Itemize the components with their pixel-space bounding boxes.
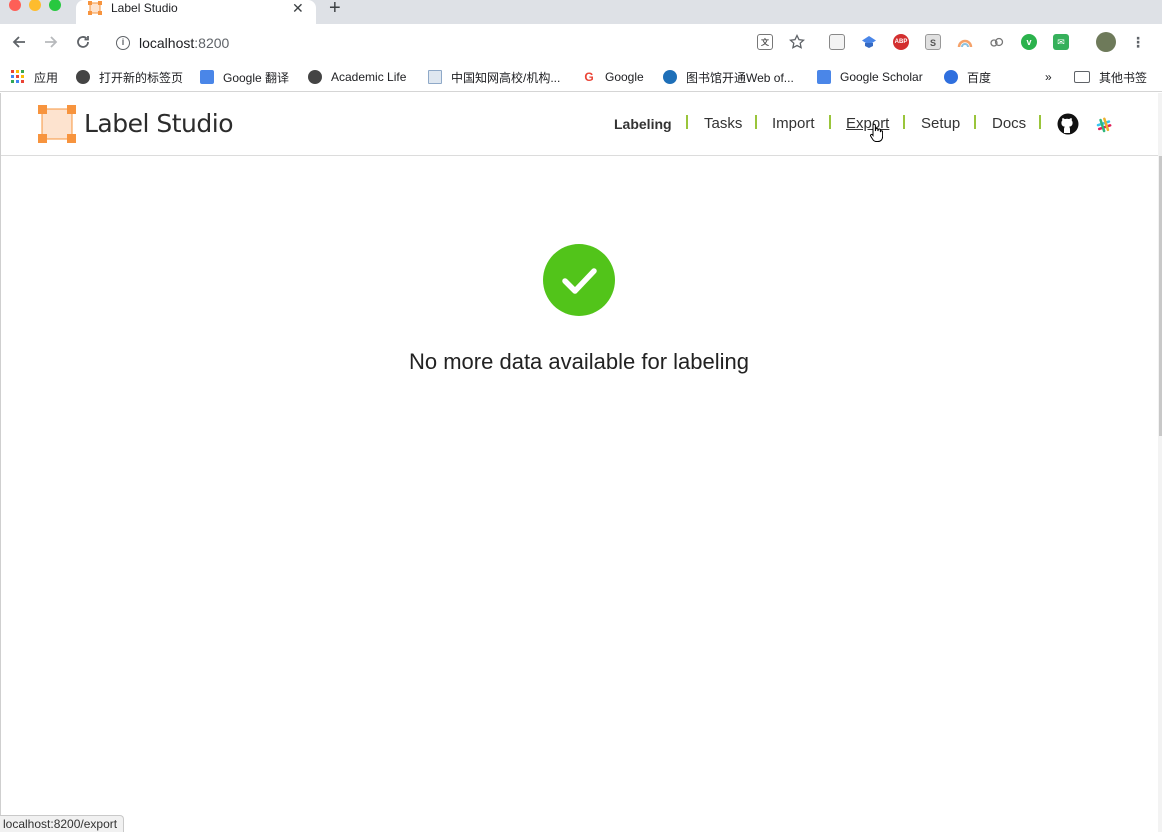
- forward-arrow-icon[interactable]: [42, 33, 60, 51]
- slack-icon[interactable]: [1095, 116, 1113, 134]
- baidu-paw-icon: [944, 70, 958, 84]
- browser-tab-strip: Label Studio ✕ +: [0, 0, 1162, 24]
- app-logo-text[interactable]: Label Studio: [84, 107, 234, 141]
- globe-icon: [308, 70, 322, 84]
- bookmark-item[interactable]: 百度: [944, 68, 991, 86]
- bookmark-label: 中国知网高校/机构...: [451, 70, 561, 85]
- translate-icon[interactable]: 文: [757, 34, 773, 50]
- star-icon[interactable]: [789, 34, 805, 50]
- bookmark-label: 应用: [34, 70, 59, 85]
- bookmark-label: 图书馆开通Web of...: [686, 70, 794, 85]
- bookmarks-bar: 应用 打开新的标签页 Google 翻译 Academic Life 中国知网高…: [0, 62, 1162, 92]
- bookmark-item[interactable]: 打开新的标签页: [76, 68, 183, 86]
- google-icon: G: [582, 70, 596, 84]
- tab-title: Label Studio: [111, 1, 178, 15]
- globe-icon: [76, 70, 90, 84]
- nav-separator: [829, 115, 831, 129]
- site-info-icon[interactable]: i: [116, 36, 130, 50]
- nav-import[interactable]: Import: [772, 115, 815, 133]
- address-bar[interactable]: i localhost:8200: [104, 29, 744, 57]
- page-icon[interactable]: [829, 34, 845, 50]
- scholar-cap-icon[interactable]: [861, 34, 877, 50]
- google-translate-icon: [200, 70, 214, 84]
- minimize-window-button[interactable]: [29, 0, 41, 11]
- bookmark-label: Google: [605, 70, 644, 84]
- nav-setup[interactable]: Setup: [921, 115, 960, 133]
- label-studio-logo-icon[interactable]: [38, 105, 76, 143]
- chat-icon[interactable]: ✉: [1053, 34, 1069, 50]
- bookmark-item[interactable]: Google Scholar: [817, 68, 923, 86]
- document-icon: [428, 70, 442, 84]
- bookmark-label: Google Scholar: [840, 70, 923, 84]
- scholar-cap-icon: [817, 70, 831, 84]
- bookmark-label: 百度: [967, 70, 992, 85]
- new-tab-button[interactable]: +: [329, 0, 341, 18]
- app-header: Label Studio Labeling Tasks Import Expor…: [0, 93, 1162, 156]
- rainbow-icon[interactable]: [957, 34, 973, 50]
- window-controls: [9, 0, 61, 12]
- nav-separator: [686, 115, 688, 129]
- bookmark-label: 打开新的标签页: [99, 70, 184, 85]
- close-window-button[interactable]: [9, 0, 21, 11]
- nav-docs[interactable]: Docs: [992, 115, 1026, 133]
- bookmark-item[interactable]: Google 翻译: [200, 68, 289, 86]
- hand-cursor-icon: [870, 123, 883, 142]
- window-left-border: [0, 93, 1, 832]
- link-status-bar: localhost:8200/export: [0, 815, 125, 832]
- reload-icon[interactable]: [74, 33, 92, 51]
- bookmark-item[interactable]: Academic Life: [308, 68, 406, 86]
- bookmark-apps[interactable]: 应用: [11, 68, 58, 86]
- nav-tasks[interactable]: Tasks: [704, 115, 742, 133]
- github-icon[interactable]: [1057, 113, 1079, 135]
- label-studio-favicon-icon: [88, 1, 102, 15]
- menu-icon[interactable]: ⋮: [1130, 34, 1146, 50]
- bookmark-item[interactable]: G Google: [582, 68, 644, 86]
- nav-labeling[interactable]: Labeling: [614, 115, 672, 133]
- drupal-icon: [663, 70, 677, 84]
- abp-icon[interactable]: ABP: [893, 34, 909, 50]
- bookmarks-overflow-button[interactable]: »: [1045, 68, 1052, 86]
- other-bookmarks-folder[interactable]: 其他书签: [1074, 68, 1147, 86]
- tab-close-icon[interactable]: ✕: [292, 0, 304, 16]
- apps-grid-icon: [11, 70, 24, 83]
- nav-separator: [755, 115, 757, 129]
- url-text: localhost:8200: [139, 34, 229, 52]
- folder-icon: [1074, 71, 1090, 83]
- vue-icon[interactable]: v: [1021, 34, 1037, 50]
- browser-toolbar: i localhost:8200 文 ABP S v ✉ ⋮: [0, 24, 1162, 62]
- avatar-icon[interactable]: [1096, 32, 1116, 52]
- nav-separator: [1039, 115, 1041, 129]
- s-icon[interactable]: S: [925, 34, 941, 50]
- bookmark-item[interactable]: 图书馆开通Web of...: [663, 68, 794, 86]
- maximize-window-button[interactable]: [49, 0, 61, 11]
- bookmark-label: Academic Life: [331, 70, 407, 84]
- success-check-icon: [543, 244, 615, 316]
- url-port: :8200: [194, 35, 230, 51]
- nav-separator: [903, 115, 905, 129]
- url-host: localhost: [139, 35, 195, 51]
- bookmark-item[interactable]: 中国知网高校/机构...: [428, 68, 560, 86]
- cloud-icon[interactable]: [989, 34, 1005, 50]
- bookmark-label: Google 翻译: [223, 70, 290, 85]
- empty-state-message: No more data available for labeling: [409, 349, 749, 374]
- browser-tab-active[interactable]: Label Studio ✕: [76, 0, 316, 24]
- bookmark-label: 其他书签: [1099, 70, 1148, 85]
- back-arrow-icon[interactable]: [10, 33, 28, 51]
- nav-separator: [974, 115, 976, 129]
